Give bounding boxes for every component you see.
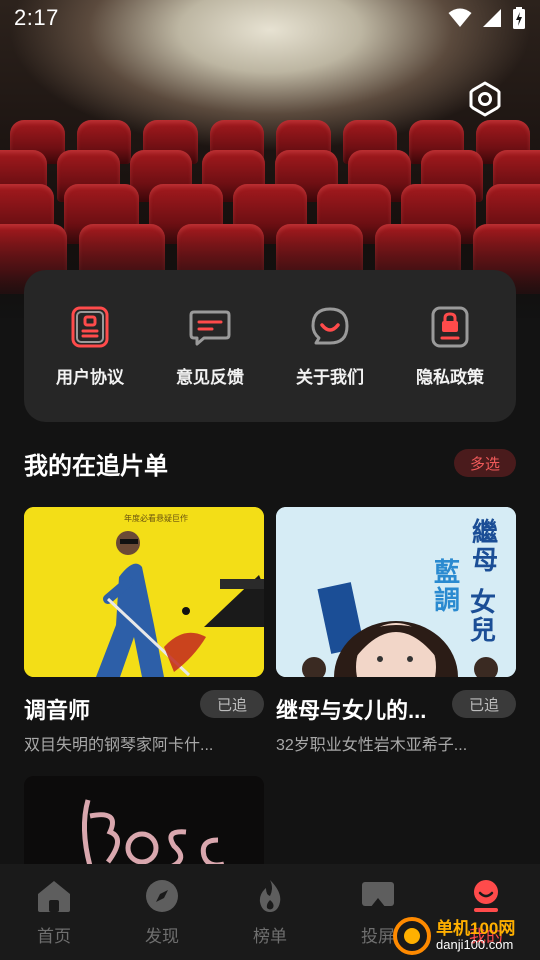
profile-screen: 2:17 用户协议 意见反馈 关于我们 隐私政策 我的在追片单 多选 年度必看悬… [0, 0, 540, 960]
settings-button[interactable] [464, 78, 506, 120]
watchlist-card[interactable]: 繼 母 藍 調 女 兒 继母与女儿的... 已追 32岁职业女性岩木亚希子... [276, 507, 516, 757]
home-icon [38, 881, 70, 912]
poster-image: 年度必看悬疑巨作 [24, 507, 264, 677]
wifi-icon [448, 8, 472, 27]
svg-text:調: 調 [434, 585, 460, 616]
card-description: 32岁职业女性岩木亚希子... [276, 737, 468, 754]
nav-label: 榜单 [253, 927, 287, 946]
menu-item-feedback[interactable]: 意见反馈 [155, 305, 265, 388]
menu-item-privacy-policy[interactable]: 隐私政策 [395, 305, 505, 388]
watermark-logo-icon [393, 917, 431, 955]
compass-icon [146, 880, 178, 912]
poster-image: 繼 母 藍 調 女 兒 [276, 507, 516, 677]
menu-item-about-us[interactable]: 关于我们 [275, 305, 385, 388]
multi-select-button[interactable]: 多选 [454, 449, 516, 477]
menu-label: 关于我们 [296, 367, 364, 387]
card-title: 调音师 [24, 698, 91, 723]
card-description: 双目失明的钢琴家阿卡什... [24, 737, 214, 754]
profile-icon [474, 880, 498, 912]
nav-label: 首页 [37, 927, 71, 946]
feedback-icon [189, 310, 231, 345]
followed-badge[interactable]: 已追 [200, 690, 264, 718]
followed-badge[interactable]: 已追 [452, 690, 516, 718]
watermark: 单机100网 danji100.com [392, 912, 540, 960]
svg-text:兒: 兒 [470, 616, 496, 646]
menu-card: 用户协议 意见反馈 关于我们 隐私政策 [24, 270, 516, 422]
menu-item-user-agreement[interactable]: 用户协议 [35, 305, 145, 388]
menu-label: 隐私政策 [416, 367, 484, 387]
status-bar: 2:17 [0, 0, 540, 36]
nav-label: 投屏 [361, 927, 395, 946]
watchlist-card[interactable] [24, 776, 264, 876]
svg-text:繼: 繼 [472, 517, 498, 548]
privacy-policy-icon [431, 306, 469, 347]
menu-label: 用户协议 [56, 367, 124, 387]
svg-text:藍: 藍 [434, 558, 460, 588]
section-title: 我的在追片单 [24, 453, 168, 480]
about-us-icon [311, 307, 349, 344]
nav-item-home[interactable]: 首页 [0, 864, 108, 960]
status-time: 2:17 [14, 5, 59, 30]
nav-item-rankings[interactable]: 榜单 [216, 864, 324, 960]
card-title: 继母与女儿的... [276, 698, 427, 723]
nav-label: 发现 [145, 927, 179, 946]
nav-item-discover[interactable]: 发现 [108, 864, 216, 960]
gear-icon [469, 81, 501, 117]
svg-text:年度必看悬疑巨作: 年度必看悬疑巨作 [124, 513, 188, 523]
signal-icon [483, 9, 501, 27]
svg-text:母: 母 [472, 546, 498, 576]
poster-image [24, 776, 264, 876]
battery-icon [513, 7, 525, 29]
cast-icon [362, 882, 394, 908]
menu-label: 意见反馈 [176, 367, 244, 387]
flame-icon [259, 880, 281, 912]
watchlist-card[interactable]: 年度必看悬疑巨作 调音师 已追 双目失明的钢琴家阿卡什... [24, 507, 264, 757]
watermark-title: 单机100网 [436, 919, 516, 938]
user-agreement-icon [71, 306, 109, 347]
watermark-url: danji100.com [436, 937, 514, 952]
svg-text:女: 女 [470, 587, 496, 618]
